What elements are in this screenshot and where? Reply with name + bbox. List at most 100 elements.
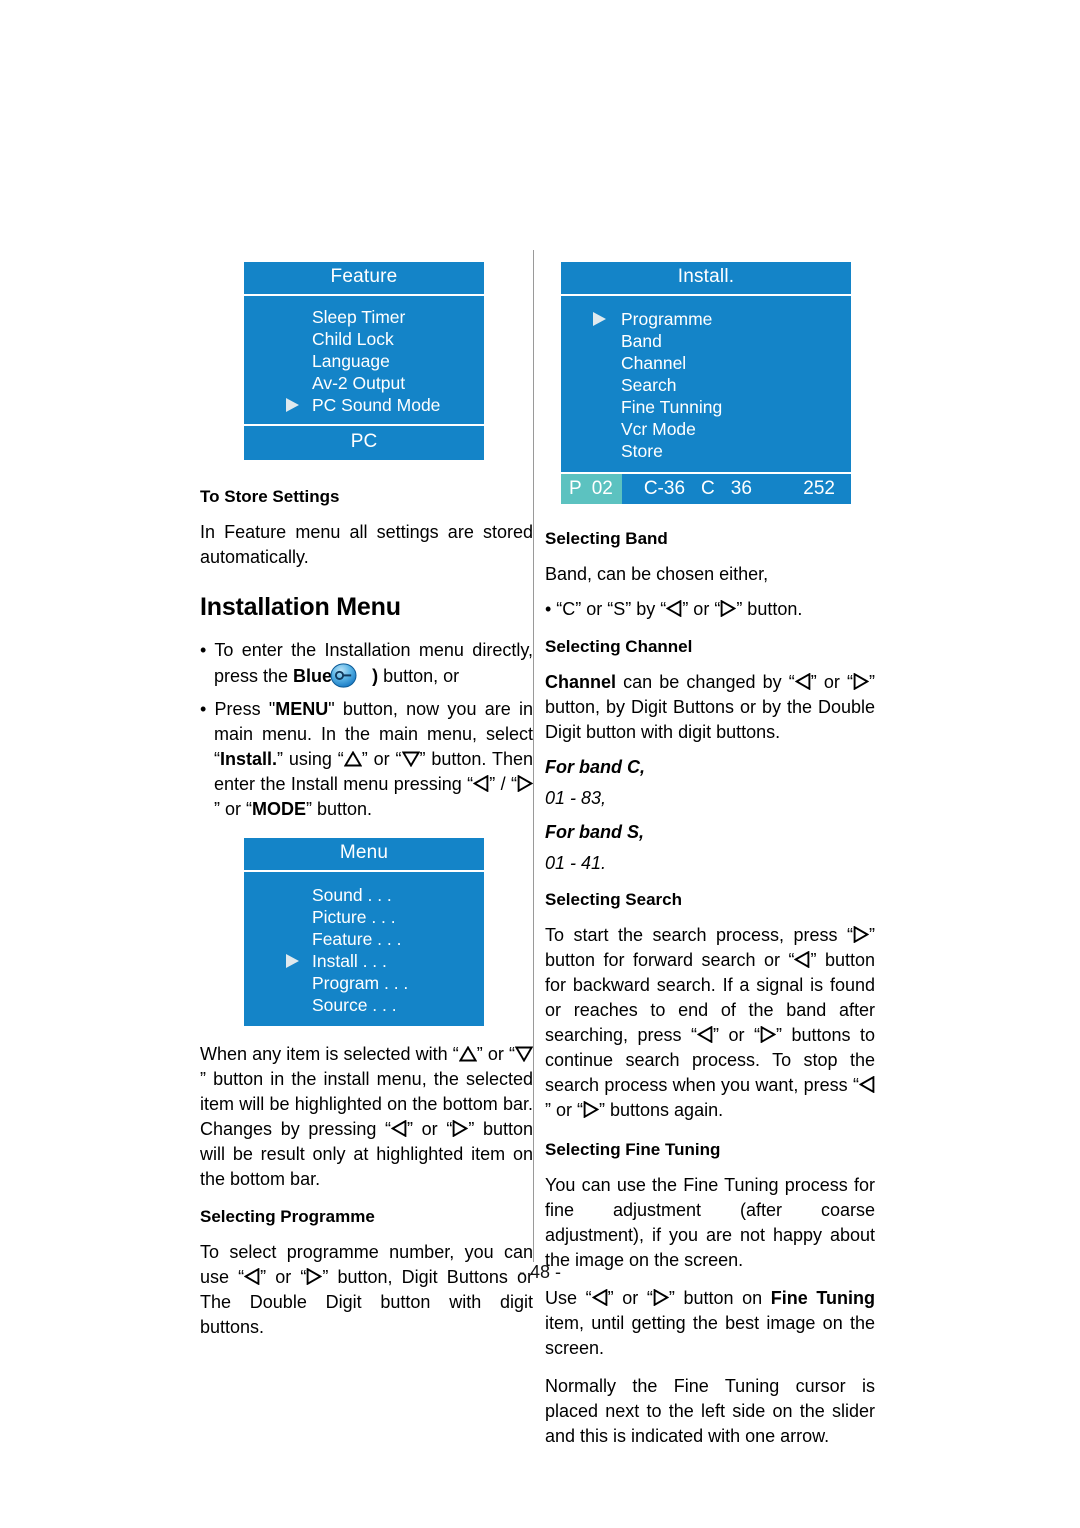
osd-item[interactable]: Picture . . . bbox=[244, 906, 484, 928]
b2-mid3: ” or “ bbox=[361, 749, 402, 769]
osd-item[interactable]: Store bbox=[561, 440, 851, 462]
cursor-arrow-icon bbox=[593, 312, 606, 326]
install-keyword: Install. bbox=[220, 749, 278, 769]
osd-item-label: Band bbox=[621, 331, 662, 351]
heading-selecting-search: Selecting Search bbox=[545, 890, 683, 909]
osd-item-label: Language bbox=[312, 351, 390, 371]
triangle-right-icon bbox=[653, 1289, 669, 1306]
triangle-right-icon bbox=[760, 1026, 776, 1043]
osd-install-items: Programme Band Channel Search Fine Tunni… bbox=[561, 296, 851, 472]
manual-page: Feature Sleep Timer Child Lock Language … bbox=[0, 0, 1080, 1528]
ft3: ” button on bbox=[668, 1288, 771, 1308]
osd-feature-menu: Feature Sleep Timer Child Lock Language … bbox=[244, 262, 484, 460]
osd-item[interactable]: Feature . . . bbox=[244, 928, 484, 950]
osd-item[interactable]: Source . . . bbox=[244, 994, 484, 1016]
status-field-2: C bbox=[701, 478, 715, 499]
b2-mid6: ” or “ bbox=[214, 799, 252, 819]
paragraph-selecting-channel: Channel can be changed by “” or “” butto… bbox=[545, 670, 875, 745]
triangle-right-icon bbox=[517, 775, 533, 792]
bullet-text-2: button, or bbox=[378, 666, 460, 686]
osd-item-label: Sleep Timer bbox=[312, 307, 406, 327]
triangle-left-icon bbox=[473, 775, 489, 792]
paragraph-band: Band, can be chosen either, bbox=[545, 564, 769, 584]
ps6: ” or “ bbox=[545, 1100, 583, 1120]
osd-item-label: Source . . . bbox=[312, 995, 397, 1015]
heading-selecting-channel: Selecting Channel bbox=[545, 637, 693, 656]
status-fields: C-36 C 36 bbox=[622, 474, 752, 504]
mode-keyword: MODE bbox=[252, 799, 306, 819]
cursor-arrow-icon bbox=[286, 398, 299, 412]
osd-item-label: Search bbox=[621, 375, 677, 395]
osd-item[interactable]: Band bbox=[561, 330, 851, 352]
channel-keyword: Channel bbox=[545, 672, 617, 692]
blue-keyword: Blue bbox=[293, 666, 333, 686]
osd-feature-title: Feature bbox=[244, 262, 484, 296]
ph1: When any item is selected with “ bbox=[200, 1044, 459, 1064]
osd-feature-footer-value: PC bbox=[244, 424, 484, 460]
osd-item[interactable]: Language bbox=[244, 350, 484, 372]
osd-item-selected[interactable]: Programme bbox=[561, 308, 851, 330]
menu-keyword: MENU bbox=[275, 699, 329, 719]
osd-item[interactable]: Fine Tunning bbox=[561, 396, 851, 418]
osd-item-label: PC Sound Mode bbox=[312, 395, 441, 415]
osd-item-label: Sound . . . bbox=[312, 885, 392, 905]
triangle-left-icon bbox=[666, 600, 682, 617]
b2-end: ” button. bbox=[306, 799, 373, 819]
heading-to-store-settings: To Store Settings bbox=[200, 487, 340, 506]
triangle-right-icon bbox=[853, 926, 869, 943]
triangle-right-icon bbox=[583, 1101, 599, 1118]
paragraph-fine-tuning-use: Use “ ” or “ ” button on Fine Tuning item,… bbox=[545, 1286, 875, 1361]
paragraph-fine-tuning-cursor: Normally the Fine Tuning cursor is place… bbox=[545, 1376, 875, 1446]
heading-selecting-fine-tuning: Selecting Fine Tuning bbox=[545, 1140, 721, 1159]
osd-item[interactable]: Program . . . bbox=[244, 972, 484, 994]
status-highlight-programme[interactable]: P 02 bbox=[561, 474, 622, 504]
heading-for-band-c: For band C, bbox=[545, 757, 645, 777]
osd-item[interactable]: Sleep Timer bbox=[244, 306, 484, 328]
pc1: can be changed by “ bbox=[616, 672, 795, 692]
ph2: ” or “ bbox=[476, 1044, 515, 1064]
blue-button-icon bbox=[330, 663, 371, 688]
triangle-left-icon bbox=[697, 1026, 713, 1043]
osd-install-menu: Install. Programme Band Channel Search F… bbox=[561, 262, 851, 504]
osd-item-selected[interactable]: PC Sound Mode bbox=[244, 394, 484, 416]
osd-item-label: Picture . . . bbox=[312, 907, 396, 927]
osd-item-label: Channel bbox=[621, 353, 687, 373]
osd-item[interactable]: Child Lock bbox=[244, 328, 484, 350]
ph4: ” or “ bbox=[407, 1119, 453, 1139]
bb2: ” or “ bbox=[682, 599, 721, 619]
triangle-up-icon bbox=[343, 751, 362, 767]
paragraph-store-settings: In Feature menu all settings are stored … bbox=[200, 522, 533, 567]
osd-item-label: Vcr Mode bbox=[621, 419, 696, 439]
osd-item[interactable]: Av-2 Output bbox=[244, 372, 484, 394]
triangle-down-icon bbox=[401, 751, 420, 767]
osd-feature-items: Sleep Timer Child Lock Language Av-2 Out… bbox=[244, 296, 484, 424]
ps7: ” buttons again. bbox=[599, 1100, 724, 1120]
osd-item[interactable]: Sound . . . bbox=[244, 884, 484, 906]
ps4: ” or “ bbox=[713, 1025, 760, 1045]
triangle-down-icon bbox=[515, 1046, 533, 1062]
osd-item-selected[interactable]: Install . . . bbox=[244, 950, 484, 972]
triangle-left-icon bbox=[591, 1289, 608, 1306]
osd-install-title: Install. bbox=[561, 262, 851, 296]
bullet-enter-installation-menu: • To enter the Installation menu directl… bbox=[200, 638, 533, 689]
osd-item-label: Program . . . bbox=[312, 973, 409, 993]
osd-item-label: Fine Tunning bbox=[621, 397, 723, 417]
paragraph-selecting-programme: To select programme number, you can use … bbox=[200, 1240, 533, 1340]
page-number: - 48 - bbox=[518, 1262, 561, 1282]
osd-item[interactable]: Channel bbox=[561, 352, 851, 374]
status-programme-label: P bbox=[569, 478, 582, 499]
ps1: To start the search process, press “ bbox=[545, 925, 853, 945]
ft4: item, until getting the best image on th… bbox=[545, 1313, 875, 1358]
osd-item[interactable]: Search bbox=[561, 374, 851, 396]
value-band-c-range: 01 - 83, bbox=[545, 788, 607, 808]
osd-item-label: Programme bbox=[621, 309, 713, 329]
osd-item[interactable]: Vcr Mode bbox=[561, 418, 851, 440]
paragraph-selecting-search: To start the search process, press “ ” bu… bbox=[545, 923, 875, 1123]
heading-selecting-programme: Selecting Programme bbox=[200, 1207, 375, 1226]
bullet-press-menu-button: • Press "MENU" button, now you are in ma… bbox=[200, 697, 533, 822]
osd-menu-title: Menu bbox=[244, 838, 484, 872]
left-column: Feature Sleep Timer Child Lock Language … bbox=[200, 262, 533, 1340]
triangle-left-icon bbox=[794, 673, 811, 690]
b2-mid2: ” using “ bbox=[277, 749, 344, 769]
b2-mid5: ” / “ bbox=[489, 774, 517, 794]
